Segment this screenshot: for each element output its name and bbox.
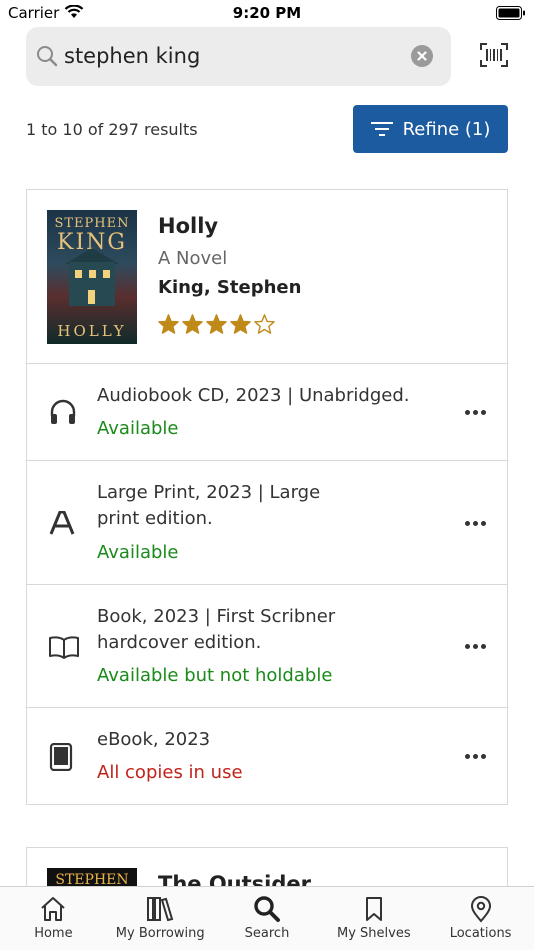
tab-label: Home <box>34 926 73 941</box>
format-row-audiobook[interactable]: Audiobook CD, 2023 | Unabridged. Availab… <box>27 364 507 461</box>
search-input[interactable] <box>64 40 394 72</box>
home-icon <box>41 897 66 921</box>
filter-icon <box>370 122 393 136</box>
cover-author-first: STEPHEN <box>54 216 130 231</box>
more-options-button[interactable] <box>465 406 489 418</box>
headphones-icon <box>50 399 76 424</box>
result-card: STEPHEN KING HOLLY Holly A Novel King, S… <box>26 189 508 805</box>
search-icon <box>37 46 58 67</box>
format-description: eBook, 2023 <box>97 729 211 750</box>
format-description: Book, 2023 | First Scribner hardcover ed… <box>97 606 336 653</box>
tablet-icon <box>49 743 73 771</box>
search-bar <box>26 27 451 86</box>
book-cover[interactable]: STEPHEN KING HOLLY <box>47 210 137 344</box>
close-icon <box>417 51 427 61</box>
tab-my-shelves[interactable]: My Shelves <box>320 887 427 950</box>
refine-button[interactable]: Refine (1) <box>353 105 508 153</box>
tab-search[interactable]: Search <box>214 887 321 950</box>
book-subtitle: A Novel <box>158 248 228 269</box>
tab-label: Search <box>244 926 290 941</box>
refine-label: Refine (1) <box>402 118 491 140</box>
location-pin-icon <box>470 896 491 923</box>
cover-window <box>103 270 110 278</box>
format-description: Large Print, 2023 | Large print edition. <box>97 482 321 529</box>
status-bar: Carrier 9:20 PM <box>0 0 534 26</box>
format-row-book[interactable]: Book, 2023 | First Scribner hardcover ed… <box>27 585 507 708</box>
more-options-button[interactable] <box>465 517 489 529</box>
star-empty-icon <box>254 314 275 334</box>
tab-bar: Home My Borrowing Search My Shelves Loca… <box>0 886 534 950</box>
more-options-button[interactable] <box>465 750 489 762</box>
tab-home[interactable]: Home <box>0 887 107 950</box>
format-description: Audiobook CD, 2023 | Unabridged. <box>97 385 410 406</box>
book-title[interactable]: Holly <box>158 214 218 238</box>
star-filled-icon <box>206 314 227 334</box>
star-filled-icon <box>230 314 251 334</box>
book-icon <box>49 636 79 659</box>
star-filled-icon <box>158 314 179 334</box>
cover-door <box>88 290 95 304</box>
clear-search-button[interactable] <box>411 45 433 67</box>
format-status: Available <box>97 418 179 439</box>
clock: 9:20 PM <box>232 4 302 22</box>
bookmark-icon <box>365 897 382 921</box>
format-row-large-print[interactable]: Large Print, 2023 | Large print edition.… <box>27 461 507 585</box>
tab-locations[interactable]: Locations <box>427 887 534 950</box>
format-status: Available <box>97 542 179 563</box>
format-status: Available but not holdable <box>97 665 333 686</box>
battery-icon <box>496 6 525 20</box>
cover-window <box>75 270 82 278</box>
tab-label: Locations <box>449 926 512 941</box>
barcode-scan-button[interactable] <box>480 43 508 67</box>
star-filled-icon <box>182 314 203 334</box>
search-icon <box>254 896 280 922</box>
cover-window <box>89 270 96 278</box>
tab-label: My Shelves <box>336 926 411 941</box>
book-author: King, Stephen <box>158 277 302 298</box>
large-print-icon <box>49 511 75 535</box>
tab-label: My Borrowing <box>115 926 205 941</box>
cover-title: HOLLY <box>57 322 127 340</box>
books-icon <box>147 897 174 922</box>
results-count: 1 to 10 of 297 results <box>26 120 198 139</box>
format-row-ebook[interactable]: eBook, 2023 All copies in use <box>27 708 507 804</box>
format-status: All copies in use <box>97 762 243 783</box>
star-rating <box>158 314 275 334</box>
more-options-button[interactable] <box>465 640 489 652</box>
book-header[interactable]: STEPHEN KING HOLLY Holly A Novel King, S… <box>27 190 507 364</box>
tab-my-borrowing[interactable]: My Borrowing <box>107 887 214 950</box>
